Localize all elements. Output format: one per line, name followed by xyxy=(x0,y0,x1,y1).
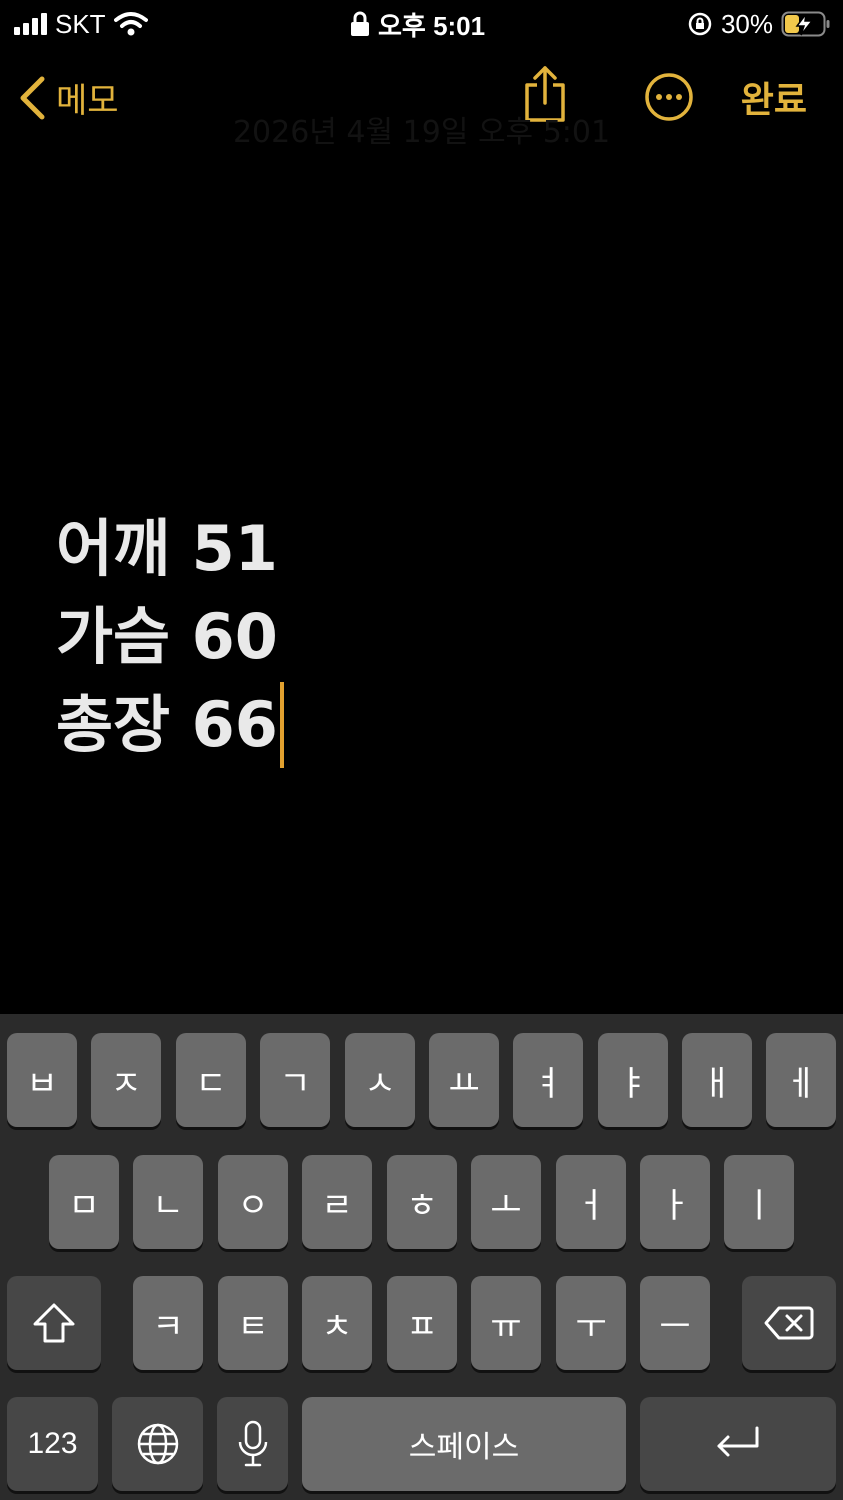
key-label: ㅑ xyxy=(617,1063,649,1104)
note-line: 총장 66 xyxy=(56,681,284,769)
key[interactable]: ㅑ xyxy=(598,1033,668,1127)
key-label: ㅍ xyxy=(406,1306,438,1347)
key[interactable]: ㄴ xyxy=(133,1155,203,1249)
key[interactable]: ㅈ xyxy=(91,1033,161,1127)
note-line-text: 어깨 51 xyxy=(56,512,278,585)
shift-key[interactable] xyxy=(7,1276,101,1370)
key[interactable]: ㅛ xyxy=(429,1033,499,1127)
return-icon xyxy=(717,1426,759,1457)
key-label: 123 xyxy=(27,1427,78,1460)
status-bar: SKT 오후 5:01 30% xyxy=(0,0,843,48)
key[interactable]: ㅎ xyxy=(387,1155,457,1249)
backspace-key[interactable] xyxy=(742,1276,836,1370)
key-label: ㅠ xyxy=(490,1306,522,1347)
rotation-lock-icon xyxy=(688,12,712,36)
key-label: ㅕ xyxy=(532,1063,564,1104)
note-body[interactable]: 어깨 51 가슴 60 총장 66 xyxy=(56,505,284,769)
key-label: ㅔ xyxy=(785,1063,817,1104)
key-label: ㅛ xyxy=(448,1063,480,1104)
key-label: ㄹ xyxy=(321,1185,353,1226)
note-line-text: 총장 66 xyxy=(56,688,278,761)
key[interactable]: ㅗ xyxy=(471,1155,541,1249)
battery-charging-icon xyxy=(781,11,830,37)
key[interactable]: ㅊ xyxy=(302,1276,372,1370)
note-line-text: 가슴 60 xyxy=(56,600,278,673)
globe-icon xyxy=(137,1423,178,1465)
key[interactable]: ㄹ xyxy=(302,1155,372,1249)
key-label: ㅏ xyxy=(659,1185,691,1226)
key[interactable]: ㅇ xyxy=(218,1155,288,1249)
key[interactable]: ㄷ xyxy=(176,1033,246,1127)
key-label: ㅁ xyxy=(68,1185,100,1226)
space-key[interactable]: 스페이스 xyxy=(302,1397,626,1491)
key[interactable]: ㅂ xyxy=(7,1033,77,1127)
microphone-icon xyxy=(238,1420,267,1467)
key-label: ㅡ xyxy=(659,1306,691,1347)
key-label: ㅓ xyxy=(575,1185,607,1226)
key-label: ㅇ xyxy=(237,1185,269,1226)
key-label: ㅂ xyxy=(26,1063,58,1104)
key-label: ㄱ xyxy=(279,1063,311,1104)
key-label: ㅗ xyxy=(490,1185,522,1226)
numbers-key[interactable]: 123 xyxy=(7,1397,98,1491)
return-key[interactable] xyxy=(640,1397,836,1491)
key-label: ㅎ xyxy=(406,1185,438,1226)
key-label: ㄴ xyxy=(152,1185,184,1226)
key-label: ㅋ xyxy=(152,1306,184,1347)
key[interactable]: ㅣ xyxy=(724,1155,794,1249)
shift-icon xyxy=(33,1303,75,1343)
key-label: ㅅ xyxy=(364,1063,396,1104)
microphone-key[interactable] xyxy=(217,1397,288,1491)
key[interactable]: ㅠ xyxy=(471,1276,541,1370)
backspace-icon xyxy=(764,1306,814,1340)
carrier-label: SKT xyxy=(55,8,106,39)
note-line: 가슴 60 xyxy=(56,593,284,681)
key-label: 스페이스 xyxy=(408,1431,520,1464)
signal-icon xyxy=(14,13,47,35)
note-line: 어깨 51 xyxy=(56,505,284,593)
text-cursor xyxy=(279,682,284,768)
key-label: ㅌ xyxy=(237,1306,269,1347)
key-label: ㅈ xyxy=(110,1063,142,1104)
key-label: ㅊ xyxy=(321,1306,353,1347)
key[interactable]: ㄱ xyxy=(260,1033,330,1127)
key[interactable]: ㅕ xyxy=(513,1033,583,1127)
key[interactable]: ㅅ xyxy=(345,1033,415,1127)
key-label: ㅐ xyxy=(701,1063,733,1104)
key[interactable]: ㅌ xyxy=(218,1276,288,1370)
key[interactable]: ㅍ xyxy=(387,1276,457,1370)
key-label: ㄷ xyxy=(195,1063,227,1104)
lock-icon xyxy=(351,11,369,36)
key[interactable]: ㅡ xyxy=(640,1276,710,1370)
keyboard: ㅂ ㅈ ㄷ ㄱ ㅅ ㅛ ㅕ ㅑ ㅐ ㅔ ㅁ ㄴ ㅇ ㄹ ㅎ ㅗ ㅓ ㅏ ㅣ ㅋ … xyxy=(0,1014,843,1500)
wifi-icon xyxy=(113,12,148,36)
key[interactable]: ㅜ xyxy=(556,1276,626,1370)
clock: 오후 5:01 xyxy=(378,10,486,41)
key[interactable]: ㅓ xyxy=(556,1155,626,1249)
note-date: 2026년 4월 19일 오후 5:01 xyxy=(232,115,611,150)
battery-percent: 30% xyxy=(720,8,773,39)
key[interactable]: ㅔ xyxy=(766,1033,836,1127)
key-label: ㅣ xyxy=(743,1185,775,1226)
globe-key[interactable] xyxy=(112,1397,203,1491)
key-label: ㅜ xyxy=(575,1306,607,1347)
key[interactable]: ㅁ xyxy=(49,1155,119,1249)
key[interactable]: ㅋ xyxy=(133,1276,203,1370)
key[interactable]: ㅐ xyxy=(682,1033,752,1127)
key[interactable]: ㅏ xyxy=(640,1155,710,1249)
